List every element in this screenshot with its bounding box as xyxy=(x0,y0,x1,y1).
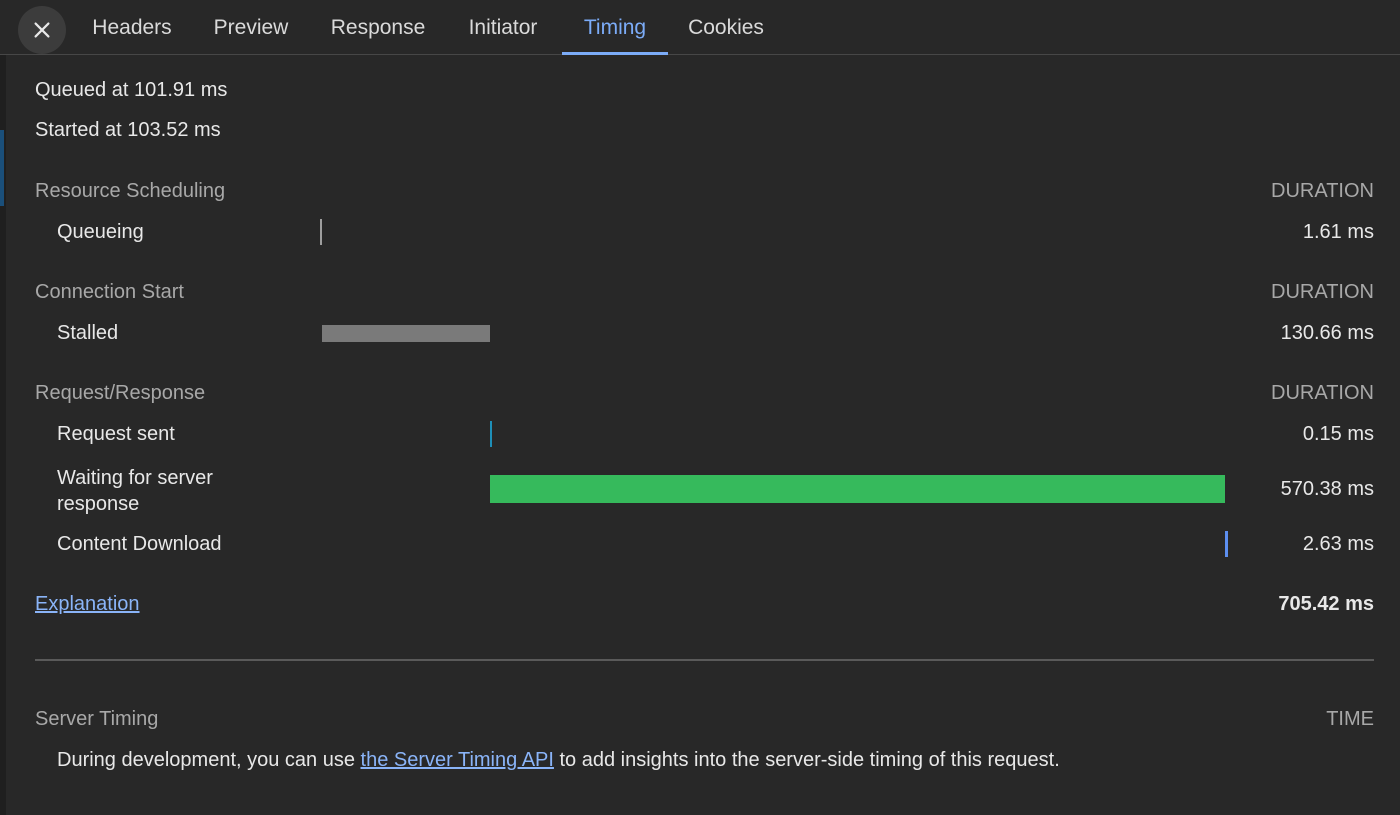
timing-panel: Queued at 101.91 ms Started at 103.52 ms… xyxy=(0,55,1400,815)
row-value-stalled: 130.66 ms xyxy=(1280,322,1374,344)
note-text: to add insights into the server-side tim… xyxy=(553,749,1060,771)
section-divider xyxy=(35,659,1374,661)
tab-label: Preview xyxy=(213,15,289,39)
tab-timing[interactable]: Timing xyxy=(562,0,668,55)
explanation-link[interactable]: Explanation xyxy=(35,593,140,616)
row-value-content-download: 2.63 ms xyxy=(1302,533,1374,555)
row-label-waiting: Waiting for server response xyxy=(57,465,213,517)
row-label-request-sent: Request sent xyxy=(57,423,175,445)
server-timing-api-link[interactable]: the Server Timing API xyxy=(361,749,554,771)
row-label-line: response xyxy=(57,493,140,515)
close-icon xyxy=(34,22,50,38)
duration-header: DURATION xyxy=(1271,382,1374,404)
tab-headers[interactable]: Headers xyxy=(80,0,184,55)
timing-bar-stalled xyxy=(322,325,491,342)
close-button[interactable] xyxy=(18,6,66,54)
tab-label: Timing xyxy=(583,15,647,39)
section-title-request-response: Request/Response xyxy=(35,382,206,404)
timing-bar-waiting xyxy=(490,475,1225,503)
timing-bar-queueing xyxy=(320,219,323,245)
note-text: During development, you can use xyxy=(57,749,361,771)
tab-initiator[interactable]: Initiator xyxy=(454,0,552,55)
row-label-line: Waiting for server xyxy=(57,467,213,489)
server-timing-note: During development, you can use the Serv… xyxy=(57,749,1060,772)
tab-label: Initiator xyxy=(468,15,538,39)
tab-label: Cookies xyxy=(688,15,764,39)
tab-cookies[interactable]: Cookies xyxy=(676,0,776,55)
row-value-request-sent: 0.15 ms xyxy=(1302,423,1374,445)
duration-header: DURATION xyxy=(1271,281,1374,303)
section-title-server-timing: Server Timing xyxy=(35,708,159,730)
time-header: TIME xyxy=(1326,708,1374,730)
row-label-queueing: Queueing xyxy=(57,221,144,243)
row-value-waiting: 570.38 ms xyxy=(1280,478,1374,500)
tab-bar: Headers Preview Response Initiator Timin… xyxy=(0,0,1400,55)
section-title-resource-scheduling: Resource Scheduling xyxy=(35,180,226,202)
row-label-content-download: Content Download xyxy=(57,533,222,555)
queued-at-text: Queued at 101.91 ms xyxy=(35,79,228,101)
tab-label: Headers xyxy=(92,15,172,39)
timing-bar-request-sent xyxy=(490,421,493,447)
duration-header: DURATION xyxy=(1271,180,1374,202)
timing-bar-content-download xyxy=(1224,531,1228,557)
tab-preview[interactable]: Preview xyxy=(202,0,300,55)
section-title-connection-start: Connection Start xyxy=(35,281,184,303)
row-label-stalled: Stalled xyxy=(57,322,119,344)
tab-response[interactable]: Response xyxy=(318,0,438,55)
total-duration: 705.42 ms xyxy=(1278,593,1374,615)
row-value-queueing: 1.61 ms xyxy=(1302,221,1374,243)
tab-label: Response xyxy=(330,15,426,39)
started-at-text: Started at 103.52 ms xyxy=(35,119,221,141)
